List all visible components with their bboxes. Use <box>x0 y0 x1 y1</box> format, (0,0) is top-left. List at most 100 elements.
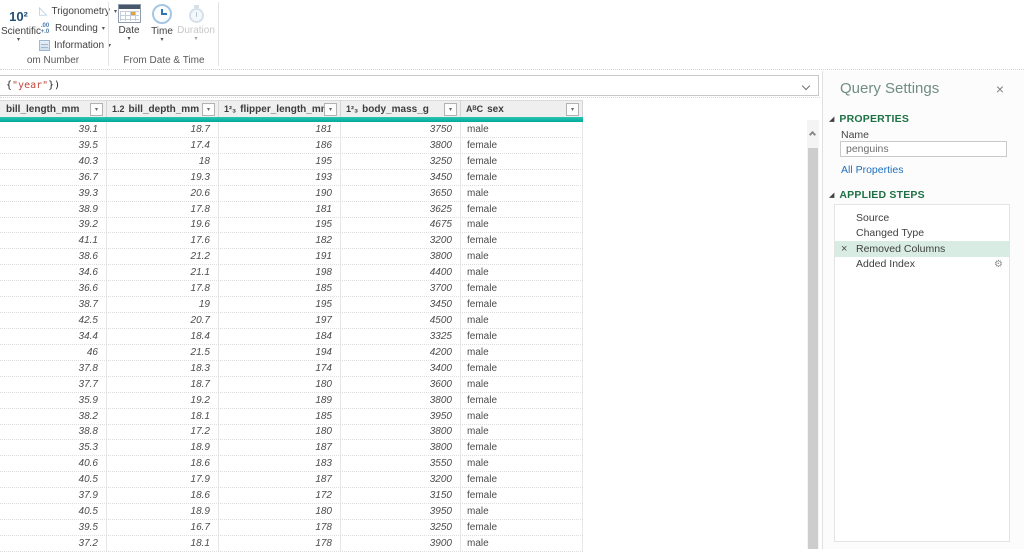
table-row[interactable]: 34.6 21.1 198 4400 male <box>0 265 583 281</box>
table-row[interactable]: 38.2 18.1 185 3950 male <box>0 409 583 425</box>
cell-bill-length-mm[interactable]: 37.7 <box>0 377 107 392</box>
time-button[interactable]: Time ▾ <box>146 4 178 43</box>
cell-flipper-length-mm[interactable]: 180 <box>219 504 341 519</box>
cell-sex[interactable]: female <box>461 440 583 455</box>
table-row[interactable]: 38.8 17.2 180 3800 male <box>0 425 583 441</box>
cell-body-mass-g[interactable]: 3400 <box>341 361 461 376</box>
cell-bill-depth-mm[interactable]: 17.4 <box>107 138 219 153</box>
table-row[interactable]: 36.7 19.3 193 3450 female <box>0 170 583 186</box>
cell-body-mass-g[interactable]: 3800 <box>341 425 461 440</box>
close-icon[interactable]: × <box>996 81 1004 97</box>
cell-body-mass-g[interactable]: 3200 <box>341 472 461 487</box>
column-header-sex[interactable]: AᴮC sex ▾ <box>461 101 583 117</box>
applied-step-added-index[interactable]: Added Index ⚙ <box>835 257 1009 273</box>
table-row[interactable]: 39.1 18.7 181 3750 male <box>0 122 583 138</box>
cell-sex[interactable]: male <box>461 313 583 328</box>
table-row[interactable]: 35.9 19.2 189 3800 female <box>0 393 583 409</box>
column-header-body-mass-g[interactable]: 1²₃ body_mass_g ▾ <box>341 101 461 117</box>
cell-bill-depth-mm[interactable]: 20.6 <box>107 186 219 201</box>
cell-bill-depth-mm[interactable]: 19 <box>107 297 219 312</box>
table-row[interactable]: 42.5 20.7 197 4500 male <box>0 313 583 329</box>
cell-bill-length-mm[interactable]: 38.9 <box>0 202 107 217</box>
cell-bill-length-mm[interactable]: 39.3 <box>0 186 107 201</box>
cell-bill-depth-mm[interactable]: 18.7 <box>107 122 219 137</box>
cell-flipper-length-mm[interactable]: 190 <box>219 186 341 201</box>
cell-flipper-length-mm[interactable]: 184 <box>219 329 341 344</box>
cell-sex[interactable]: male <box>461 504 583 519</box>
cell-flipper-length-mm[interactable]: 186 <box>219 138 341 153</box>
table-row[interactable]: 41.1 17.6 182 3200 female <box>0 233 583 249</box>
cell-flipper-length-mm[interactable]: 195 <box>219 154 341 169</box>
filter-button[interactable]: ▾ <box>202 103 215 116</box>
cell-bill-depth-mm[interactable]: 18.6 <box>107 456 219 471</box>
scrollbar-thumb[interactable] <box>808 148 818 549</box>
table-row[interactable]: 46 21.5 194 4200 male <box>0 345 583 361</box>
cell-flipper-length-mm[interactable]: 198 <box>219 265 341 280</box>
cell-sex[interactable]: male <box>461 186 583 201</box>
cell-bill-length-mm[interactable]: 38.6 <box>0 249 107 264</box>
cell-sex[interactable]: male <box>461 249 583 264</box>
cell-bill-depth-mm[interactable]: 21.1 <box>107 265 219 280</box>
cell-body-mass-g[interactable]: 3250 <box>341 520 461 535</box>
cell-body-mass-g[interactable]: 3200 <box>341 233 461 248</box>
cell-flipper-length-mm[interactable]: 187 <box>219 440 341 455</box>
cell-bill-length-mm[interactable]: 40.5 <box>0 504 107 519</box>
cell-flipper-length-mm[interactable]: 185 <box>219 409 341 424</box>
table-row[interactable]: 39.2 19.6 195 4675 male <box>0 218 583 234</box>
cell-body-mass-g[interactable]: 4675 <box>341 218 461 233</box>
column-header-bill-depth-mm[interactable]: 1.2 bill_depth_mm ▾ <box>107 101 219 117</box>
table-row[interactable]: 38.6 21.2 191 3800 male <box>0 249 583 265</box>
column-header-flipper-length-mm[interactable]: 1²₃ flipper_length_mm ▾ <box>219 101 341 117</box>
cell-bill-depth-mm[interactable]: 18.1 <box>107 409 219 424</box>
cell-body-mass-g[interactable]: 3600 <box>341 377 461 392</box>
cell-sex[interactable]: male <box>461 345 583 360</box>
gear-icon[interactable]: ⚙ <box>994 259 1003 270</box>
cell-bill-length-mm[interactable]: 38.2 <box>0 409 107 424</box>
cell-body-mass-g[interactable]: 3625 <box>341 202 461 217</box>
cell-bill-length-mm[interactable]: 39.5 <box>0 520 107 535</box>
cell-sex[interactable]: female <box>461 170 583 185</box>
table-row[interactable]: 38.9 17.8 181 3625 female <box>0 202 583 218</box>
cell-sex[interactable]: male <box>461 122 583 137</box>
cell-flipper-length-mm[interactable]: 180 <box>219 425 341 440</box>
cell-sex[interactable]: female <box>461 297 583 312</box>
all-properties-link[interactable]: All Properties <box>841 164 903 176</box>
cell-sex[interactable]: female <box>461 361 583 376</box>
table-row[interactable]: 37.9 18.6 172 3150 female <box>0 488 583 504</box>
cell-sex[interactable]: female <box>461 138 583 153</box>
table-row[interactable]: 36.6 17.8 185 3700 female <box>0 281 583 297</box>
filter-button[interactable]: ▾ <box>444 103 457 116</box>
cell-bill-length-mm[interactable]: 35.9 <box>0 393 107 408</box>
scientific-button[interactable]: 10² Scientific ▾ <box>1 3 36 53</box>
column-header-bill-length-mm[interactable]: bill_length_mm ▾ <box>0 101 107 117</box>
cell-bill-depth-mm[interactable]: 17.8 <box>107 202 219 217</box>
applied-steps-section-header[interactable]: ◢ APPLIED STEPS <box>829 189 925 201</box>
date-button[interactable]: Date ▾ <box>112 4 146 42</box>
delete-step-icon[interactable]: × <box>841 244 847 254</box>
cell-bill-length-mm[interactable]: 39.2 <box>0 218 107 233</box>
cell-bill-length-mm[interactable]: 36.6 <box>0 281 107 296</box>
cell-body-mass-g[interactable]: 3950 <box>341 504 461 519</box>
cell-bill-depth-mm[interactable]: 21.5 <box>107 345 219 360</box>
table-row[interactable]: 37.8 18.3 174 3400 female <box>0 361 583 377</box>
cell-bill-depth-mm[interactable]: 19.6 <box>107 218 219 233</box>
cell-bill-length-mm[interactable]: 34.4 <box>0 329 107 344</box>
applied-step-source[interactable]: Source <box>835 210 1009 226</box>
table-row[interactable]: 39.5 17.4 186 3800 female <box>0 138 583 154</box>
applied-step-removed-columns[interactable]: × Removed Columns <box>835 241 1009 257</box>
cell-sex[interactable]: female <box>461 472 583 487</box>
cell-bill-depth-mm[interactable]: 18.7 <box>107 377 219 392</box>
table-row[interactable]: 39.3 20.6 190 3650 male <box>0 186 583 202</box>
cell-body-mass-g[interactable]: 3450 <box>341 297 461 312</box>
cell-bill-depth-mm[interactable]: 18.4 <box>107 329 219 344</box>
cell-flipper-length-mm[interactable]: 194 <box>219 345 341 360</box>
cell-sex[interactable]: female <box>461 393 583 408</box>
query-name-input[interactable] <box>840 141 1007 157</box>
cell-flipper-length-mm[interactable]: 193 <box>219 170 341 185</box>
cell-bill-depth-mm[interactable]: 17.6 <box>107 233 219 248</box>
cell-bill-length-mm[interactable]: 42.5 <box>0 313 107 328</box>
cell-sex[interactable]: female <box>461 154 583 169</box>
cell-flipper-length-mm[interactable]: 174 <box>219 361 341 376</box>
table-row[interactable]: 40.6 18.6 183 3550 male <box>0 456 583 472</box>
table-row[interactable]: 40.5 17.9 187 3200 female <box>0 472 583 488</box>
